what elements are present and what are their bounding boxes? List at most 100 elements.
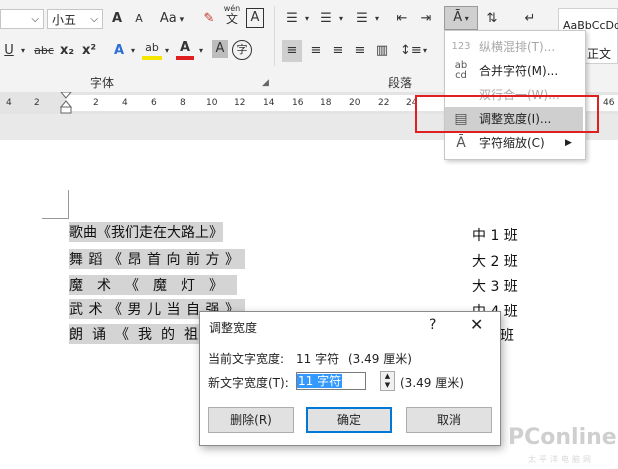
cancel-button[interactable]: 取消 xyxy=(406,407,492,433)
menu-item-label: 合并字符(M)... xyxy=(479,64,559,78)
shrink-font-icon[interactable]: A xyxy=(130,8,148,30)
current-width-row: 当前文字宽度: 11 字符 (3.49 厘米) xyxy=(208,350,412,367)
help-icon[interactable]: ? xyxy=(429,317,436,333)
font-size-dropdown[interactable]: 小五 ⌵ xyxy=(47,9,103,29)
ruler-tick: 4 xyxy=(6,98,12,108)
chevron-down-icon[interactable]: ▾ xyxy=(18,40,28,62)
spin-down-icon[interactable]: ▼ xyxy=(381,381,394,390)
class-label[interactable]: 班 xyxy=(500,325,514,345)
font-size-value: 小五 xyxy=(52,13,77,27)
char-shading-icon[interactable]: A xyxy=(212,40,228,58)
class-label[interactable]: 中 1 班 xyxy=(472,225,518,245)
divider xyxy=(274,6,275,66)
chevron-down-icon[interactable]: ▾ xyxy=(336,8,346,30)
menu-item-combine-chars[interactable]: ab cd 合并字符(M)... xyxy=(445,59,583,83)
align-center-icon[interactable]: ≡ xyxy=(306,40,326,62)
phonetic-guide-icon[interactable]: wén 文 xyxy=(222,4,242,26)
numbering-icon[interactable]: ☰ xyxy=(316,8,336,30)
chevron-down-icon: ⌵ xyxy=(31,14,39,25)
asian-layout-button[interactable]: Ā ▾ xyxy=(444,6,478,30)
change-case-button[interactable]: Aa ▾ xyxy=(156,8,188,30)
ruler-tick: 22 xyxy=(378,98,390,108)
ruler-tick: 6 xyxy=(151,98,157,108)
width-spinner[interactable]: ▲ ▼ xyxy=(380,371,395,391)
current-width-label: 当前文字宽度: xyxy=(208,352,285,366)
char-border-icon[interactable]: A xyxy=(246,8,264,28)
justify-icon[interactable]: ≡ xyxy=(350,40,370,62)
ruler-tick: 18 xyxy=(320,98,332,108)
chevron-right-icon: ▶ xyxy=(565,138,572,148)
new-width-label: 新文字宽度(T): xyxy=(208,376,289,390)
dialog-launcher-icon[interactable]: ◢ xyxy=(262,78,269,88)
close-icon[interactable]: ✕ xyxy=(470,315,483,334)
chevron-down-icon[interactable]: ▾ xyxy=(128,40,138,62)
ruler-tick: 16 xyxy=(292,98,304,108)
ruler-tick: 8 xyxy=(180,98,186,108)
doc-line[interactable]: 舞蹈《昂首向前方》 xyxy=(69,249,245,269)
align-right-icon[interactable]: ≡ xyxy=(328,40,348,62)
delete-button[interactable]: 删除(R) xyxy=(208,407,294,433)
indent-marker-icon[interactable] xyxy=(60,92,72,114)
char-scale-icon: Ā xyxy=(456,135,466,151)
bullets-icon[interactable]: ☰ xyxy=(282,8,302,30)
ruler-tick: 2 xyxy=(93,98,99,108)
class-label[interactable]: 大 2 班 xyxy=(472,251,518,271)
menu-item-label: 纵横混排(T)... xyxy=(479,40,556,54)
multilevel-list-icon[interactable]: ☰ xyxy=(352,8,372,30)
line-spacing-icon[interactable]: ↕≡ xyxy=(400,40,422,62)
grow-font-icon[interactable]: A xyxy=(108,8,126,30)
chevron-down-icon: ⌵ xyxy=(90,14,98,25)
spin-up-icon[interactable]: ▲ xyxy=(381,372,394,381)
watermark-subtext: 太平洋电脑网 xyxy=(528,455,594,464)
highlight-frame xyxy=(415,95,599,133)
current-width-cm: (3.49 厘米) xyxy=(348,352,412,366)
font-color-icon[interactable]: A xyxy=(176,40,194,60)
fit-text-dialog: 调整宽度 ? ✕ 当前文字宽度: 11 字符 (3.49 厘米) 新文字宽度(T… xyxy=(199,311,501,446)
clear-format-icon[interactable]: ✎ xyxy=(200,8,218,30)
ruler-tick: 2 xyxy=(34,98,40,108)
ruler-tick: 46 xyxy=(603,98,615,108)
align-left-icon[interactable]: ≡ xyxy=(282,40,302,62)
ruler-tick: 20 xyxy=(349,98,361,108)
asian-layout-icon: Ā xyxy=(453,10,463,25)
distribute-icon[interactable]: ▥ xyxy=(372,40,392,62)
strikethrough-icon[interactable]: abc xyxy=(32,40,56,62)
watermark-logo: PConline xyxy=(508,425,617,450)
show-marks-icon[interactable]: ↵ xyxy=(522,8,538,30)
superscript-icon[interactable]: x² xyxy=(80,40,98,62)
doc-line[interactable]: 歌曲《我们走在大路上》 xyxy=(69,222,223,242)
font-group-label: 字体 xyxy=(90,76,115,90)
doc-line[interactable]: 魔术《魔灯》 xyxy=(69,275,237,295)
style-name: 正文 xyxy=(587,47,612,61)
paragraph-group-label: 段落 xyxy=(388,76,413,90)
sort-icon[interactable]: ⇅ xyxy=(484,8,500,30)
new-width-value: 11 字符 xyxy=(297,374,343,388)
ruler-tick: 4 xyxy=(122,98,128,108)
dialog-title: 调整宽度 xyxy=(209,321,258,335)
change-case-label: Aa xyxy=(159,11,177,26)
ruler-tick: 12 xyxy=(234,98,246,108)
increase-indent-icon[interactable]: ⇥ xyxy=(416,8,436,30)
chevron-down-icon[interactable]: ▾ xyxy=(196,40,206,62)
menu-item-label: 字符缩放(C) xyxy=(479,136,545,150)
highlight-icon[interactable]: ab xyxy=(142,40,162,60)
combine-chars-icon: ab cd xyxy=(454,60,468,81)
menu-item-char-scale[interactable]: Ā 字符缩放(C) ▶ xyxy=(445,131,583,155)
subscript-icon[interactable]: x₂ xyxy=(58,40,76,62)
new-width-input[interactable]: 11 字符 xyxy=(296,372,366,390)
menu-item-vertical-in-horizontal[interactable]: 123 纵横混排(T)... xyxy=(445,35,583,59)
ok-button[interactable]: 确定 xyxy=(306,407,392,433)
chevron-down-icon[interactable]: ▾ xyxy=(420,40,430,62)
ruler-tick: 14 xyxy=(263,98,275,108)
enclose-char-icon[interactable]: 字 xyxy=(232,40,252,60)
font-name-dropdown[interactable]: ⌵ xyxy=(0,9,44,29)
page-corner-mark xyxy=(42,190,69,219)
underline-icon[interactable]: U xyxy=(2,40,16,62)
decrease-indent-icon[interactable]: ⇤ xyxy=(392,8,412,30)
chevron-down-icon[interactable]: ▾ xyxy=(372,8,382,30)
chevron-down-icon[interactable]: ▾ xyxy=(162,40,172,62)
class-label[interactable]: 大 3 班 xyxy=(472,276,518,296)
chevron-down-icon[interactable]: ▾ xyxy=(302,8,312,30)
text-effect-icon[interactable]: A xyxy=(110,40,128,62)
new-width-cm: (3.49 厘米) xyxy=(400,376,464,390)
